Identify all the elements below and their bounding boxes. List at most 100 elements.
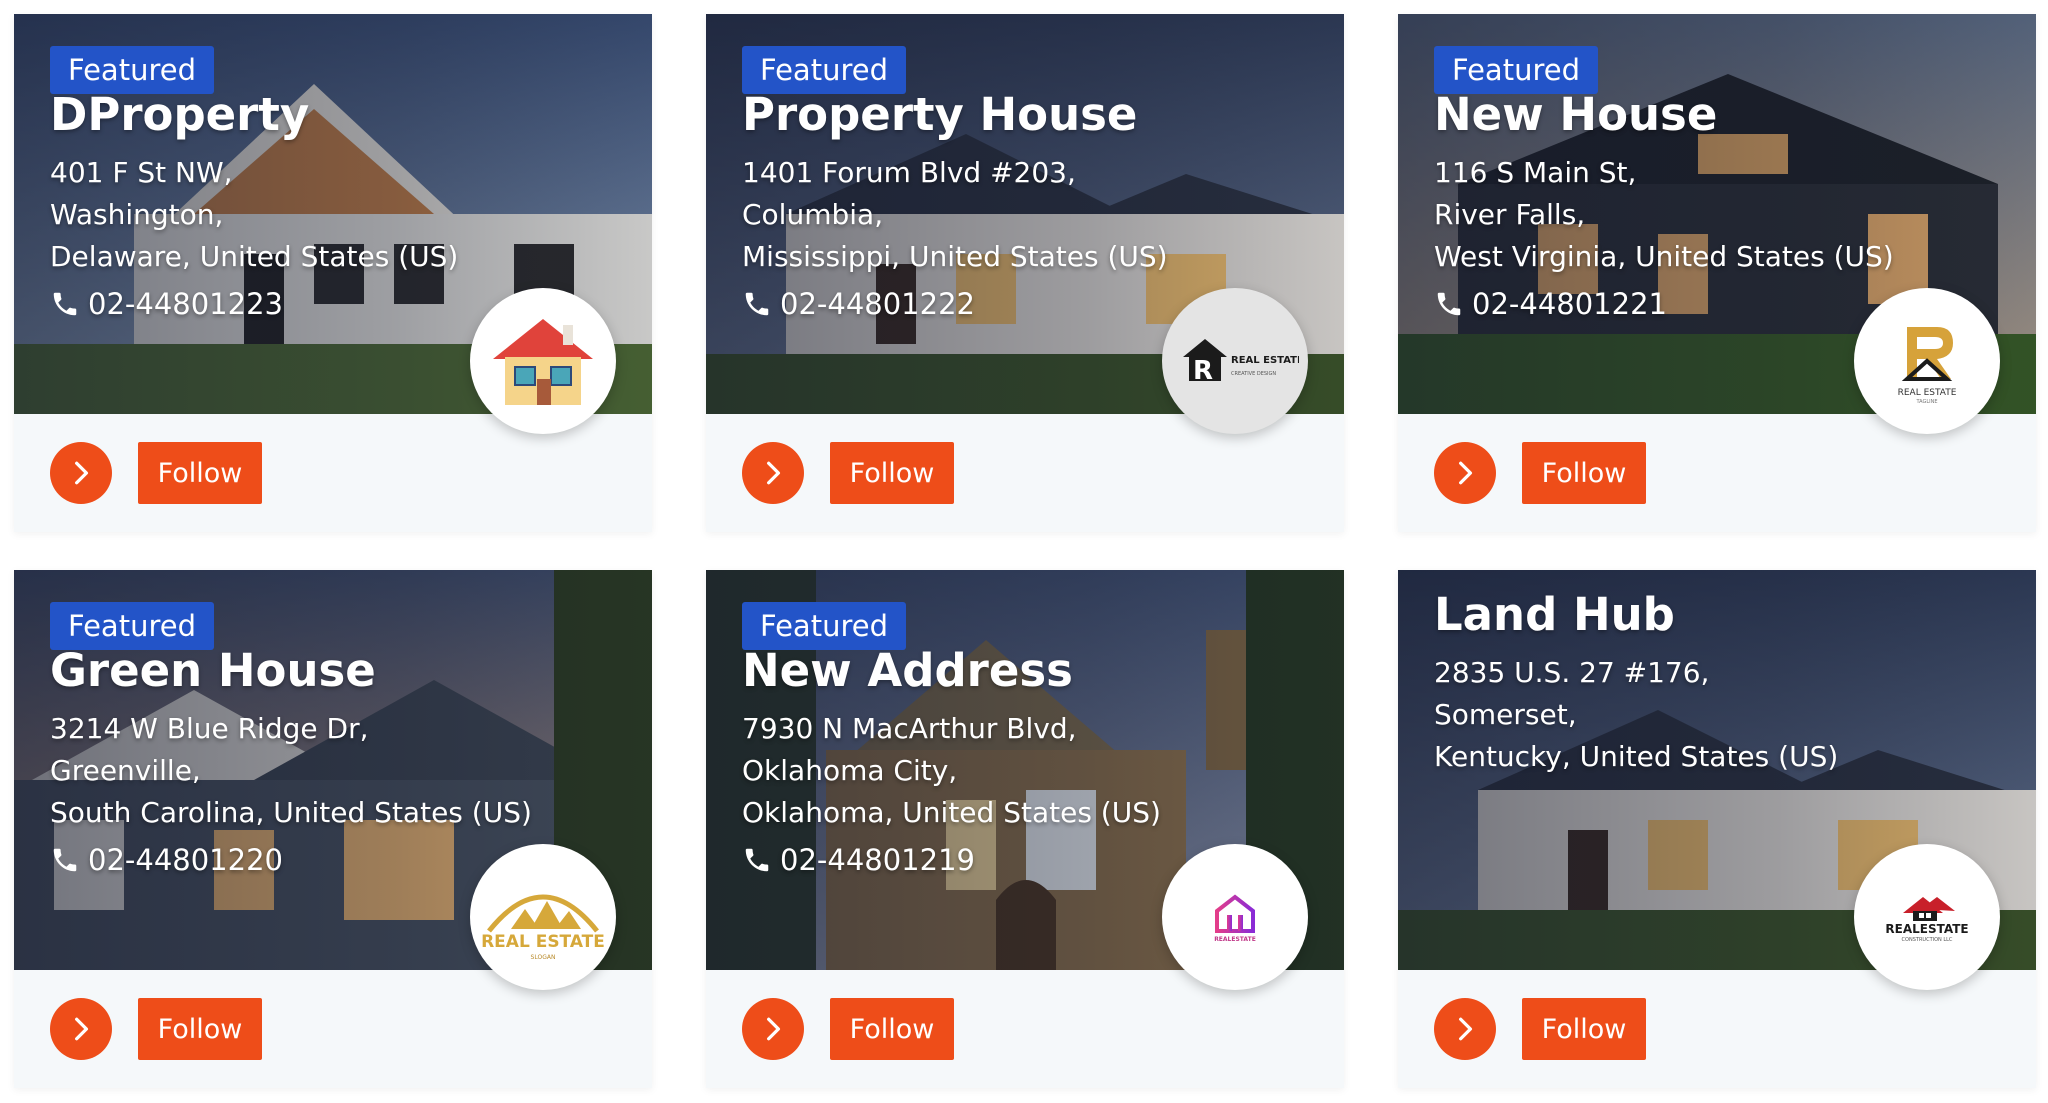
listing-title[interactable]: Green House (50, 646, 632, 696)
listing-actions: Follow (1434, 998, 1646, 1060)
phone-icon (742, 845, 772, 875)
listing-logo[interactable]: REAL ESTATE SLOGAN (470, 844, 616, 990)
phone-number: 02-44801219 (780, 843, 975, 877)
listing-title[interactable]: New Address (742, 646, 1324, 696)
featured-badge: Featured (50, 46, 214, 94)
follow-button[interactable]: Follow (1522, 998, 1646, 1060)
listing-address: 7930 N MacArthur Blvd, Oklahoma City, Ok… (742, 708, 1324, 834)
view-listing-button[interactable] (50, 998, 112, 1060)
listing-address: 3214 W Blue Ridge Dr, Greenville, South … (50, 708, 632, 834)
address-line: 2835 U.S. 27 #176, (1434, 656, 1710, 689)
gradient-house-logo-icon: REALESTATE (1214, 894, 1256, 943)
listing-logo[interactable]: REAL ESTATE TAGLINE (1854, 288, 2000, 434)
chevron-right-icon (767, 461, 781, 485)
listing-info: Land Hub 2835 U.S. 27 #176, Somerset, Ke… (1434, 590, 2016, 778)
listing-address: 401 F St NW, Washington, Delaware, Unite… (50, 152, 632, 278)
listing-title[interactable]: Property House (742, 90, 1324, 140)
svg-text:CREATIVE DESIGN: CREATIVE DESIGN (1231, 371, 1276, 377)
chevron-right-icon (1459, 1017, 1473, 1041)
directory-grid: Featured DProperty 401 F St NW, Washingt… (0, 0, 2048, 1103)
listing-info: Featured Green House 3214 W Blue Ridge D… (50, 602, 632, 882)
phone-number: 02-44801222 (780, 287, 975, 321)
address-line: Oklahoma, United States (US) (742, 796, 1161, 829)
listing-logo[interactable]: REALESTATE (1162, 844, 1308, 990)
listing-address: 2835 U.S. 27 #176, Somerset, Kentucky, U… (1434, 652, 2016, 778)
phone-icon (50, 845, 80, 875)
listing-info: Featured New House 116 S Main St, River … (1434, 46, 2016, 326)
address-line: South Carolina, United States (US) (50, 796, 532, 829)
address-line: West Virginia, United States (US) (1434, 240, 1894, 273)
address-line: 401 F St NW, (50, 156, 233, 189)
listing-actions: Follow (1434, 442, 1646, 504)
red-house-logo-icon: REALESTATE CONSTRUCTION LLC (1885, 897, 1969, 943)
listing-address: 1401 Forum Blvd #203, Columbia, Mississi… (742, 152, 1324, 278)
address-line: Mississippi, United States (US) (742, 240, 1168, 273)
listing-actions: Follow (742, 998, 954, 1060)
address-line: 116 S Main St, (1434, 156, 1637, 189)
listing-logo[interactable]: REALESTATE CONSTRUCTION LLC (1854, 844, 2000, 990)
listing-actions: Follow (50, 442, 262, 504)
phone-number: 02-44801223 (88, 287, 283, 321)
view-listing-button[interactable] (50, 442, 112, 504)
address-line: Oklahoma City, (742, 754, 958, 787)
listing-title[interactable]: New House (1434, 90, 2016, 140)
svg-text:TAGLINE: TAGLINE (1915, 399, 1937, 405)
svg-text:REAL ESTATE: REAL ESTATE (1231, 355, 1299, 366)
phone-icon (1434, 289, 1464, 319)
view-listing-button[interactable] (742, 442, 804, 504)
view-listing-button[interactable] (1434, 998, 1496, 1060)
address-line: 1401 Forum Blvd #203, (742, 156, 1076, 189)
follow-button[interactable]: Follow (830, 442, 954, 504)
follow-button[interactable]: Follow (830, 998, 954, 1060)
listing-address: 116 S Main St, River Falls, West Virgini… (1434, 152, 2016, 278)
follow-button[interactable]: Follow (1522, 442, 1646, 504)
phone-icon (742, 289, 772, 319)
phone-icon (50, 289, 80, 319)
follow-button[interactable]: Follow (138, 442, 262, 504)
address-line: Delaware, United States (US) (50, 240, 459, 273)
r-letter-logo-icon: REAL ESTATE TAGLINE (1898, 327, 1957, 405)
listing-title[interactable]: Land Hub (1434, 590, 2016, 640)
listing-card[interactable]: Featured New House 116 S Main St, River … (1398, 14, 2036, 532)
svg-text:REALESTATE: REALESTATE (1885, 922, 1968, 936)
listing-actions: Follow (50, 998, 262, 1060)
svg-text:REAL ESTATE: REAL ESTATE (1898, 388, 1957, 398)
view-listing-button[interactable] (742, 998, 804, 1060)
svg-text:R: R (1193, 356, 1213, 386)
address-line: Kentucky, United States (US) (1434, 740, 1839, 773)
featured-badge: Featured (50, 602, 214, 650)
svg-text:REAL ESTATE: REAL ESTATE (481, 932, 605, 952)
listing-info: Featured DProperty 401 F St NW, Washingt… (50, 46, 632, 326)
house-logo-icon (493, 319, 593, 405)
svg-text:CONSTRUCTION LLC: CONSTRUCTION LLC (1902, 937, 1953, 943)
address-line: Greenville, (50, 754, 201, 787)
follow-button[interactable]: Follow (138, 998, 262, 1060)
address-line: Columbia, (742, 198, 884, 231)
listing-title[interactable]: DProperty (50, 90, 632, 140)
featured-badge: Featured (1434, 46, 1598, 94)
address-line: Washington, (50, 198, 224, 231)
chevron-right-icon (75, 461, 89, 485)
address-line: River Falls, (1434, 198, 1586, 231)
listing-card[interactable]: Land Hub 2835 U.S. 27 #176, Somerset, Ke… (1398, 570, 2036, 1088)
listing-card[interactable]: Featured Green House 3214 W Blue Ridge D… (14, 570, 652, 1088)
listing-logo[interactable]: R REAL ESTATE CREATIVE DESIGN (1162, 288, 1308, 434)
chevron-right-icon (75, 1017, 89, 1041)
svg-text:REALESTATE: REALESTATE (1214, 936, 1256, 943)
listing-logo[interactable] (470, 288, 616, 434)
listing-actions: Follow (742, 442, 954, 504)
address-line: 3214 W Blue Ridge Dr, (50, 712, 369, 745)
listing-card[interactable]: Featured DProperty 401 F St NW, Washingt… (14, 14, 652, 532)
address-line: Somerset, (1434, 698, 1577, 731)
featured-badge: Featured (742, 46, 906, 94)
listing-card[interactable]: Featured Property House 1401 Forum Blvd … (706, 14, 1344, 532)
listing-card[interactable]: Featured New Address 7930 N MacArthur Bl… (706, 570, 1344, 1088)
listing-info: Featured Property House 1401 Forum Blvd … (742, 46, 1324, 326)
view-listing-button[interactable] (1434, 442, 1496, 504)
svg-text:SLOGAN: SLOGAN (531, 954, 556, 961)
address-line: 7930 N MacArthur Blvd, (742, 712, 1077, 745)
chevron-right-icon (1459, 461, 1473, 485)
gold-real-estate-logo-icon: REAL ESTATE SLOGAN (481, 894, 605, 961)
listing-info: Featured New Address 7930 N MacArthur Bl… (742, 602, 1324, 882)
phone-number: 02-44801220 (88, 843, 283, 877)
